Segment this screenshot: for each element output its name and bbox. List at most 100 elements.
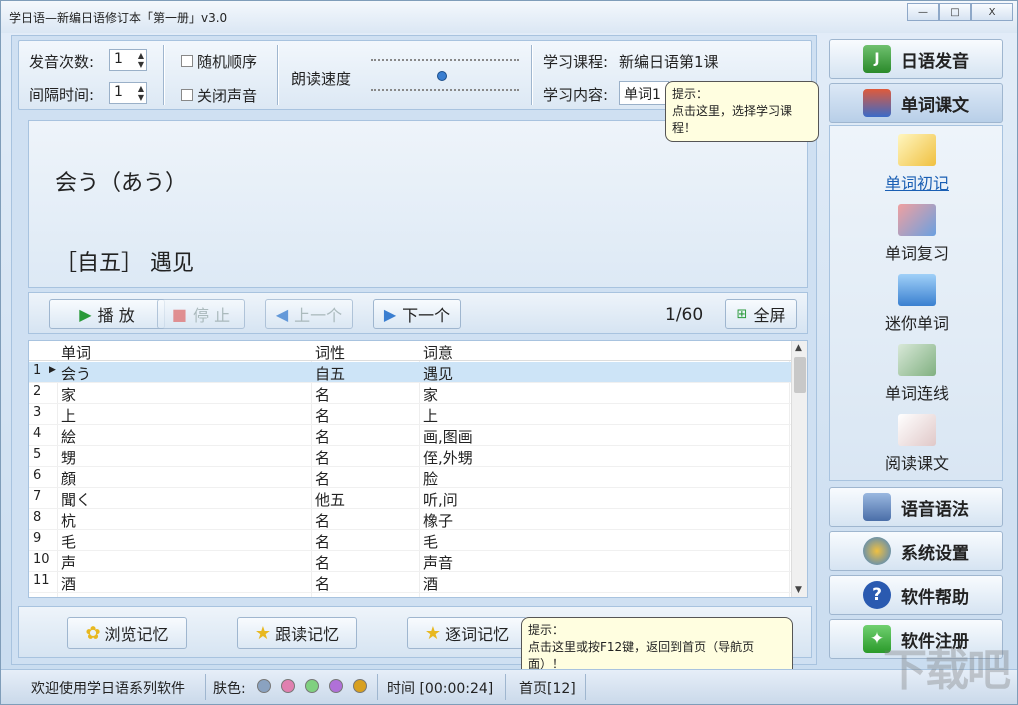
row-pos: 名 — [315, 575, 331, 593]
word-table: 单词 词性 词意 1 ▶ 会う 自五 遇见 2家名家 3上名上 4 絵名画,图画 5甥名侄… — [28, 340, 808, 598]
tip-text: 点击这里或按F12键，返回到首页（导航页面）！ — [528, 640, 755, 671]
stop-label: 停 止 — [193, 306, 231, 325]
window-controls: — □ X — [907, 3, 1013, 21]
row-word: 杭 — [61, 512, 77, 530]
skin-color-2[interactable] — [281, 679, 295, 693]
row-number: 4 — [33, 426, 42, 441]
row-pos: 名 — [315, 470, 331, 488]
sub-mini-label: 迷你单词 — [884, 314, 949, 333]
row-pos: 名 — [315, 386, 331, 404]
home-link[interactable]: 首页[12] — [519, 678, 576, 698]
table-row[interactable]: 5 甥 名 侄,外甥 — [29, 446, 791, 467]
speed-label: 朗读速度 — [291, 70, 352, 88]
nav-help[interactable]: ? 软件帮助 — [829, 575, 1003, 615]
course-value[interactable]: 新编日语第1课 — [619, 51, 719, 72]
scroll-up-icon[interactable]: ▲ — [795, 343, 802, 353]
app-window: 学日语—新编日语修订本「第一册」v3.0 — □ X 发音次数: 1 ▲ ▼ 间隔… — [0, 0, 1018, 705]
close-button[interactable]: X — [971, 3, 1013, 21]
scroll-thumb[interactable] — [794, 357, 806, 393]
spin-arrows-icon[interactable]: ▲ ▼ — [138, 51, 144, 69]
table-row[interactable]: 7 聞く 他五 听,问 — [29, 488, 791, 509]
header-pos[interactable]: 词性 — [315, 342, 345, 363]
divider — [377, 674, 378, 700]
help-icon: ? — [863, 581, 891, 609]
table-row[interactable]: 6 顔 名 脸 — [29, 467, 791, 488]
header-word[interactable]: 单词 — [61, 342, 91, 363]
divider — [585, 674, 586, 700]
browse-memory-button[interactable]: ✿ 浏览记忆 — [67, 617, 187, 649]
row-meaning: 上 — [423, 407, 439, 425]
skin-color-3[interactable] — [305, 679, 319, 693]
content-select[interactable]: 单词1 — [619, 81, 669, 105]
sub-mini[interactable]: 迷你单词 — [830, 274, 1004, 334]
skin-color-5[interactable] — [353, 679, 367, 693]
browse-icon: ✿ — [85, 622, 101, 644]
divider — [505, 674, 506, 700]
random-checkbox[interactable] — [181, 55, 193, 67]
skin-color-4[interactable] — [329, 679, 343, 693]
playback-toolbar: ▶ 播 放 ■ 停 止 ◀ 上一个 ▶ 下一个 1/60 ⊞ 全屏 — [28, 292, 808, 334]
welcome-text: 欢迎使用学日语系列软件 — [31, 681, 185, 697]
sub-match[interactable]: 单词连线 — [830, 344, 1004, 404]
window-title: 学日语—新编日语修订本「第一册」v3.0 — [9, 11, 228, 25]
nav-vocab[interactable]: 单词课文 — [829, 83, 1003, 123]
speaker-book-icon — [863, 493, 891, 521]
row-meaning: 画,图画 — [423, 428, 473, 446]
table-row[interactable]: 4 絵 名 画,图画 — [29, 425, 791, 446]
maximize-button[interactable]: □ — [939, 3, 971, 21]
row-word: 聞く — [61, 491, 92, 509]
status-bar: 欢迎使用学日语系列软件 肤色: 时间 [00:00:24] 首页[12] 下载吧 — [1, 645, 1017, 704]
each-label: 逐词记忆 — [445, 625, 510, 644]
spin-arrows-icon[interactable]: ▲ ▼ — [138, 84, 144, 102]
nav-grammar[interactable]: 语音语法 — [829, 487, 1003, 527]
nav-grammar-label: 语音语法 — [901, 499, 969, 520]
table-row[interactable]: 9 毛 名 毛 — [29, 530, 791, 551]
each-word-memory-button[interactable]: ★ 逐词记忆 — [407, 617, 527, 649]
next-label: 下一个 — [402, 306, 451, 325]
stop-button[interactable]: ■ 停 止 — [157, 299, 245, 329]
follow-label: 跟读记忆 — [275, 625, 340, 644]
table-row[interactable]: 11 酒 名 酒 — [29, 572, 791, 593]
follow-memory-button[interactable]: ★ 跟读记忆 — [237, 617, 357, 649]
skin-label: 肤色: — [213, 681, 246, 697]
nav-settings[interactable]: 系统设置 — [829, 531, 1003, 571]
books-stack-icon — [898, 204, 936, 236]
sub-review[interactable]: 单词复习 — [830, 204, 1004, 264]
repeat-stepper[interactable]: 1 ▲ ▼ — [109, 49, 147, 71]
table-row[interactable]: 2 家 名 家 — [29, 383, 791, 404]
minimize-button[interactable]: — — [907, 3, 939, 21]
sub-reading[interactable]: 阅读课文 — [830, 414, 1004, 474]
sidebar: J 日语发音 单词课文 单词初记 单词复习 迷你单词 单词连线 阅读课文 语音语… — [823, 35, 1009, 665]
row-meaning: 声音 — [423, 554, 454, 572]
header-meaning[interactable]: 词意 — [423, 342, 453, 363]
scroll-down-icon[interactable]: ▼ — [795, 585, 802, 595]
table-row[interactable]: 1 ▶ 会う 自五 遇见 — [29, 362, 791, 383]
prev-button[interactable]: ◀ 上一个 — [265, 299, 353, 329]
table-row[interactable]: 8 杭 名 橡子 — [29, 509, 791, 530]
row-word: 甥 — [61, 449, 77, 467]
table-row[interactable]: 10 声 名 声音 — [29, 551, 791, 572]
speed-slider[interactable] — [371, 55, 519, 95]
table-scrollbar[interactable]: ▲ ▼ — [791, 341, 807, 597]
word-display: 会う（あう） ［自五］ 遇见 — [28, 120, 808, 288]
next-button[interactable]: ▶ 下一个 — [373, 299, 461, 329]
skin-color-1[interactable] — [257, 679, 271, 693]
slider-ticks — [371, 89, 519, 91]
row-number: 11 — [33, 573, 50, 588]
mute-checkbox[interactable] — [181, 89, 193, 101]
browse-label: 浏览记忆 — [104, 625, 169, 644]
prev-icon: ◀ — [275, 304, 289, 324]
nav-pronunciation[interactable]: J 日语发音 — [829, 39, 1003, 79]
row-word: 毛 — [61, 533, 77, 551]
play-button[interactable]: ▶ 播 放 — [49, 299, 165, 329]
fullscreen-label: 全屏 — [753, 306, 786, 325]
display-word: 会う（あう） — [55, 171, 188, 196]
interval-stepper[interactable]: 1 ▲ ▼ — [109, 82, 147, 104]
sub-first-learn[interactable]: 单词初记 — [830, 134, 1004, 194]
nav-vocab-label: 单词课文 — [901, 95, 969, 116]
fullscreen-button[interactable]: ⊞ 全屏 — [725, 299, 797, 329]
tip-title: 提示： — [672, 87, 709, 101]
slider-thumb[interactable] — [437, 71, 447, 81]
course-tip-tooltip: 提示： 点击这里，选择学习课程！ — [665, 81, 819, 142]
table-row[interactable]: 3 上 名 上 — [29, 404, 791, 425]
